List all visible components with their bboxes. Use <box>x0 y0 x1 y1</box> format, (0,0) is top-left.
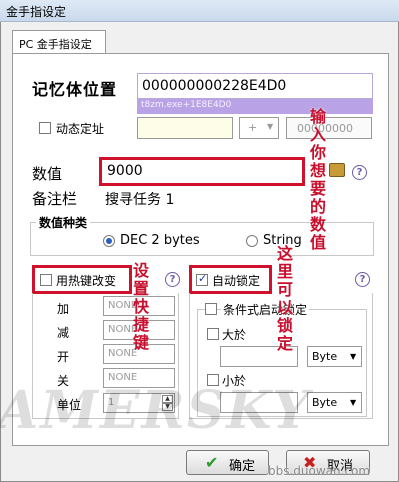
offset-field[interactable]: 00000000 <box>286 117 372 139</box>
radio-dec-2-bytes[interactable] <box>103 235 115 247</box>
address-field[interactable]: 000000000228E4D0 <box>137 73 373 99</box>
value-label: 数值 <box>32 165 63 183</box>
hotkey-label: 用热键改变 <box>56 274 117 288</box>
radio-string[interactable] <box>246 235 258 247</box>
greater-than-label: 大於 <box>222 328 247 342</box>
annotation-input-value: 输入你想要的数值 <box>309 107 326 252</box>
greater-than-type-select[interactable]: Byte ▼ <box>307 346 362 367</box>
dynamic-address-label: 动态定址 <box>56 122 105 136</box>
less-than-type-value: Byte <box>312 396 338 409</box>
hotkey-checkbox[interactable] <box>40 274 52 286</box>
operator-value: + <box>248 121 258 134</box>
greater-than-checkbox[interactable] <box>207 328 219 340</box>
lock-icon[interactable] <box>329 163 345 177</box>
annotation-lockable: 这里可以锁定 <box>276 244 293 353</box>
conditional-lock-checkbox[interactable] <box>205 303 217 315</box>
autolock-checkbox[interactable] <box>196 272 208 286</box>
dynamic-address-checkbox[interactable] <box>39 122 51 134</box>
title-bar[interactable]: 金手指设定 <box>0 0 399 22</box>
radio-dec-2-bytes-label: DEC 2 bytes <box>120 233 200 248</box>
annotation-set-hotkey: 设置快捷键 <box>132 261 149 352</box>
duowan-watermark: bbs.duowan.com <box>268 464 371 478</box>
value-type-title: 数值种类 <box>36 214 91 231</box>
operator-select[interactable]: + ▼ <box>239 117 279 139</box>
check-icon: ✔ <box>205 453 219 472</box>
greater-than-type-value: Byte <box>312 350 338 363</box>
chevron-down-icon: ▼ <box>350 398 357 407</box>
chevron-down-icon: ▼ <box>350 352 357 361</box>
note-label: 备注栏 <box>32 190 78 208</box>
less-than-type-select[interactable]: Byte ▼ <box>307 392 362 413</box>
window-title: 金手指设定 <box>6 5 67 19</box>
help-icon-hotkey[interactable]: ? <box>165 272 180 287</box>
gamersky-watermark: AMERSKY <box>0 380 312 441</box>
value-input[interactable]: 9000 <box>99 157 305 186</box>
address-module-offset: t8zm.exe+1E8E4D0 <box>137 99 373 114</box>
note-input[interactable]: 搜寻任务 1 <box>105 189 174 209</box>
chevron-down-icon: ▼ <box>267 122 274 131</box>
address-label: 记忆体位置 <box>32 80 118 99</box>
hotkey-row-label: 加 <box>57 302 70 316</box>
help-icon-value[interactable]: ? <box>352 165 367 180</box>
conditional-lock-label: 条件式启动锁定 <box>221 301 310 318</box>
base-module-field[interactable] <box>137 117 233 139</box>
hotkey-row-label: 开 <box>57 350 70 364</box>
tab-pc-cheat-settings[interactable]: PC 金手指设定 <box>12 30 106 54</box>
hotkey-row-label: 减 <box>57 326 70 340</box>
ok-button-label: 确定 <box>229 459 256 474</box>
ok-button[interactable]: ✔ 确定 <box>186 450 269 475</box>
help-icon-autolock[interactable]: ? <box>355 272 370 287</box>
autolock-label: 自动锁定 <box>212 274 261 288</box>
